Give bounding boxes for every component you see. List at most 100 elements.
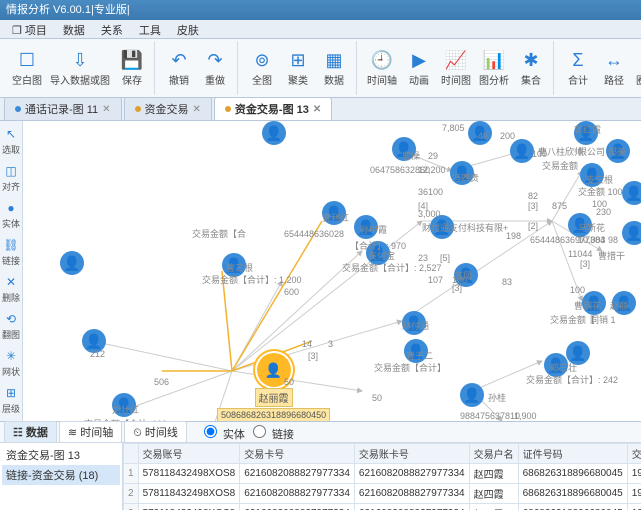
dock-选取[interactable]: ↖ (2, 125, 20, 143)
graph-label: 50 (372, 393, 382, 403)
graph-label: 孙桂 (488, 391, 506, 404)
graph-label: 212 (90, 349, 105, 359)
tab-资金交易[interactable]: 资金交易✕ (124, 97, 212, 120)
tool-保存[interactable]: 💾保存 (114, 47, 150, 89)
tool-撤销[interactable]: ↶撤销 (161, 47, 197, 89)
graph-label: 600 (284, 287, 299, 297)
table-row[interactable]: 2578118432498XOS862160820888279773346216… (124, 484, 641, 504)
tool-时间轴[interactable]: 🕘时间轴 (363, 47, 401, 89)
menu-项目[interactable]: ❐ 项目 (4, 20, 55, 40)
graph-node[interactable]: 👤 (262, 121, 286, 145)
graph-label: 14 (302, 339, 312, 349)
title-bar: 情报分析 V6.00.1|专业版| (0, 0, 641, 20)
graph-label: 83 (502, 277, 512, 287)
dock-删除[interactable]: ✕ (2, 273, 20, 291)
col-header[interactable]: 交易账卡号 (354, 444, 469, 464)
tool-空白图[interactable]: ☐空白图 (8, 47, 46, 89)
dock-链接[interactable]: ⛓ (2, 236, 20, 254)
graph-label: 506 (154, 377, 169, 387)
graph-label: 交易金额【合 (192, 227, 246, 240)
document-tabs: 通话记录-图 11✕资金交易✕资金交易-图 13✕ (0, 98, 641, 121)
tree-item[interactable]: 链接-资金交易 (18) (2, 465, 120, 485)
tool-动画[interactable]: ▶动画 (401, 47, 437, 89)
tool-全图[interactable]: ⊚全图 (244, 47, 280, 89)
tool-数据[interactable]: ▦数据 (316, 47, 352, 89)
dock-网状[interactable]: ✳ (2, 347, 20, 365)
时间轴-icon: 🕘 (371, 49, 393, 71)
dock-对齐[interactable]: ◫ (2, 162, 20, 180)
tool-图分析[interactable]: 📊图分析 (475, 47, 513, 89)
graph-label: 交易金额【合计】: 1,200 (202, 273, 302, 286)
tool-圈线种[interactable]: ◎圈线种 (632, 47, 641, 89)
data-grid[interactable]: 交易账号交易卡号交易账卡号交易户名证件号码交易时间交易金额交易余额转入账号157… (123, 443, 641, 510)
close-icon[interactable]: ✕ (313, 104, 321, 115)
graph-label: 654448636028 (284, 229, 344, 239)
left-tool-dock: ↖选取◫对齐●实体⛓链接✕删除⟲翻图✳网状⊞层级≡行列◇环形⊡块 (0, 121, 23, 421)
person-icon: 👤 (60, 251, 84, 275)
graph-label: [2] (528, 221, 538, 231)
btab-时间轴[interactable]: ≋ 时间轴 (59, 421, 122, 443)
btab-数据[interactable]: ☷ 数据 (4, 421, 57, 443)
graph-label: 财付通支付科技有限+ (422, 221, 508, 234)
graph-label: 财付通 (402, 319, 429, 332)
graph-label: 29 (428, 151, 438, 161)
close-icon[interactable]: ✕ (193, 104, 201, 115)
graph-label: 198 (506, 231, 521, 241)
graph-label: 3,000 (418, 209, 441, 219)
graph-label: 曹利红 (322, 211, 349, 224)
tab-资金交易-图 13[interactable]: 资金交易-图 13✕ (214, 97, 332, 120)
graph-label: 23 (418, 253, 428, 263)
graph-label: 曹操 (402, 149, 420, 162)
graph-node-center[interactable]: 👤 赵丽霞 508686826318896680450 交易金额【合计】: 24… (217, 353, 330, 421)
集合-icon: ✱ (520, 49, 542, 71)
tab-通话记录-图 11[interactable]: 通话记录-图 11✕ (4, 97, 122, 120)
tool-时间图[interactable]: 📈时间图 (437, 47, 475, 89)
menu-数据[interactable]: 数据 (55, 20, 93, 40)
graph-node[interactable]: 👤 (622, 221, 641, 245)
graph-node[interactable]: 👤 (622, 181, 641, 205)
graph-label: 7,805 (442, 123, 465, 133)
tree-item[interactable]: 资金交易-图 13 (2, 445, 120, 465)
dock-层级[interactable]: ⊞ (2, 384, 20, 402)
main-toolbar: ☐空白图⇩导入数据或图💾保存 ↶撤销↷重做 ⊚全图⊞聚类▦数据 🕘时间轴▶动画📈时间图… (0, 39, 641, 98)
dock-实体[interactable]: ● (2, 199, 20, 217)
col-header[interactable]: 交易账号 (138, 444, 240, 464)
menu-关系[interactable]: 关系 (93, 20, 131, 40)
col-header[interactable] (124, 444, 139, 464)
graph-node[interactable]: 👤 (460, 383, 484, 407)
dock-翻图[interactable]: ⟲ (2, 310, 20, 328)
btab-时间线[interactable]: ⏲ 时间线 (124, 421, 187, 443)
graph-node[interactable]: 👤 (510, 139, 534, 163)
graph-node[interactable]: 👤 (60, 251, 84, 275)
menu-皮肤[interactable]: 皮肤 (169, 20, 207, 40)
radio-链接[interactable]: 链接 (248, 429, 294, 441)
tool-路径[interactable]: ↔路径 (596, 47, 632, 89)
graph-canvas[interactable]: 👤 赵丽霞 508686826318896680450 交易金额【合计】: 24… (22, 121, 641, 421)
tool-集合[interactable]: ✱集合 (513, 47, 549, 89)
graph-label: [3] (452, 283, 462, 293)
tool-合计[interactable]: Σ合计 (560, 47, 596, 89)
menu-工具[interactable]: 工具 (131, 20, 169, 40)
table-row[interactable]: 3578118432498XOS862160820888279773346216… (124, 504, 641, 510)
graph-label: 曹钢花 (574, 299, 601, 312)
graph-label: 12,200 (418, 165, 446, 175)
app-title: 情报分析 V6.00.1|专业版| (6, 0, 130, 20)
tool-聚类[interactable]: ⊞聚类 (280, 47, 316, 89)
table-row[interactable]: 1578118432498XOS862160820888279773346216… (124, 464, 641, 484)
radio-实体[interactable]: 实体 (199, 429, 245, 441)
graph-label: 3 (328, 339, 333, 349)
col-header[interactable]: 证件号码 (518, 444, 627, 464)
person-icon: 👤 (460, 383, 484, 407)
node-line1: 508686826318896680450 (217, 408, 330, 421)
tool-导入数据或图[interactable]: ⇩导入数据或图 (46, 47, 114, 89)
col-header[interactable]: 交易户名 (469, 444, 518, 464)
tool-重做[interactable]: ↷重做 (197, 47, 233, 89)
graph-label: 冯四贵 (452, 171, 479, 184)
col-header[interactable]: 交易时间 (627, 444, 641, 464)
person-icon: 👤 (510, 139, 534, 163)
graph-label: 曹措干 (598, 249, 625, 262)
graph-label: 10,003 98 (578, 235, 618, 245)
col-header[interactable]: 交易卡号 (240, 444, 355, 464)
全图-icon: ⊚ (251, 49, 273, 71)
close-icon[interactable]: ✕ (102, 104, 110, 115)
